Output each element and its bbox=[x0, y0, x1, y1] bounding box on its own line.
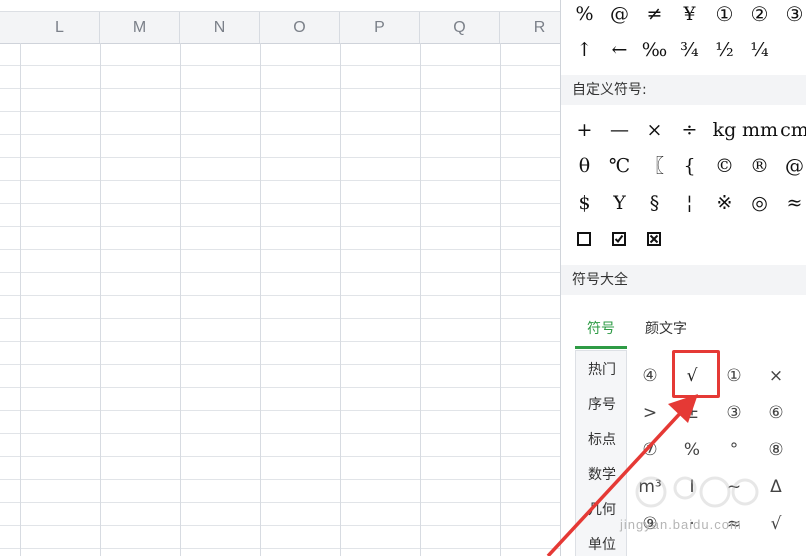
symbol-button[interactable]: % bbox=[567, 0, 602, 32]
symbol-button[interactable]: ≈ bbox=[777, 185, 806, 221]
symbol-cell[interactable]: √ bbox=[756, 506, 796, 542]
column-header-p[interactable]: P bbox=[340, 12, 420, 43]
symbol-cell[interactable]: Ⅰ bbox=[672, 469, 712, 505]
symbol-cell[interactable]: ④ bbox=[630, 358, 670, 394]
symbol-button[interactable]: { bbox=[672, 148, 707, 184]
checked-box-icon[interactable] bbox=[612, 232, 626, 246]
custom-symbols-row-1: + — × ÷ kg mm cm bbox=[561, 112, 806, 148]
symbol-button[interactable]: ≠ bbox=[637, 0, 672, 32]
custom-symbols-row-3: $ Y § ¦ ※ ◎ ≈ bbox=[561, 185, 806, 221]
symbol-button[interactable]: ® bbox=[742, 148, 777, 184]
symbol-button[interactable]: ¥ bbox=[672, 0, 707, 32]
column-header-q[interactable]: Q bbox=[420, 12, 500, 43]
symbol-button[interactable]: ① bbox=[707, 0, 742, 32]
symbol-collection-label: 符号大全 bbox=[561, 265, 806, 295]
symbol-cell[interactable]: ⑧ bbox=[756, 432, 796, 468]
recent-symbols-row-1: % @ ≠ ¥ ① ② ③ bbox=[561, 0, 806, 32]
column-header-o[interactable]: O bbox=[260, 12, 340, 43]
symbol-tabs: 符号 颜文字 bbox=[561, 312, 806, 349]
category-hot[interactable]: 热门 bbox=[576, 353, 628, 387]
symbol-button[interactable]: mm bbox=[742, 112, 778, 148]
symbol-button[interactable]: @ bbox=[777, 148, 806, 184]
column-header-m[interactable]: M bbox=[100, 12, 180, 43]
symbol-button[interactable]: × bbox=[637, 112, 672, 148]
recent-symbols-row-2: ↑ ← ‰ ¾ ½ ¼ bbox=[561, 32, 806, 68]
column-header-n[interactable]: N bbox=[180, 12, 260, 43]
symbol-button[interactable]: ※ bbox=[707, 185, 742, 221]
symbol-cell[interactable]: m³ bbox=[630, 469, 670, 505]
symbol-button[interactable]: kg bbox=[707, 112, 742, 148]
symbol-button[interactable]: θ bbox=[567, 148, 602, 184]
highlight-box bbox=[672, 350, 720, 398]
column-header-r[interactable]: R bbox=[500, 12, 560, 43]
category-math[interactable]: 数学 bbox=[576, 458, 628, 492]
crossed-box-icon[interactable] bbox=[647, 232, 661, 246]
symbol-button[interactable]: ↑ bbox=[567, 32, 602, 68]
symbol-cell[interactable]: ① bbox=[714, 358, 754, 394]
custom-symbols-label: 自定义符号: bbox=[561, 75, 806, 105]
symbol-button[interactable]: ÷ bbox=[672, 112, 707, 148]
symbol-cell[interactable]: ° bbox=[714, 432, 754, 468]
symbol-button[interactable]: © bbox=[707, 148, 742, 184]
symbol-button[interactable]: $ bbox=[567, 185, 602, 221]
symbol-cell[interactable]: × bbox=[756, 358, 796, 394]
symbol-button[interactable]: Y bbox=[602, 185, 637, 221]
symbol-button[interactable]: 〖 bbox=[637, 148, 672, 184]
symbol-cell[interactable]: ~ bbox=[714, 469, 754, 505]
watermark-text: jingyan.baidu.com bbox=[620, 517, 742, 532]
symbol-button[interactable]: — bbox=[602, 112, 637, 148]
column-header-l[interactable]: L bbox=[20, 12, 100, 43]
symbol-cell[interactable]: ⑥ bbox=[756, 395, 796, 431]
symbol-button[interactable]: ¼ bbox=[742, 32, 777, 68]
category-units[interactable]: 单位 bbox=[576, 528, 628, 556]
symbol-button[interactable]: + bbox=[567, 112, 602, 148]
symbol-button[interactable]: @ bbox=[602, 0, 637, 32]
category-ordinal[interactable]: 序号 bbox=[576, 388, 628, 422]
symbol-cell[interactable]: % bbox=[672, 432, 712, 468]
symbol-cell[interactable]: > bbox=[630, 395, 670, 431]
symbol-cell[interactable]: ③ bbox=[714, 395, 754, 431]
custom-symbols-row-2: θ ℃ 〖 { © ® @ bbox=[561, 148, 806, 184]
symbol-button[interactable]: ½ bbox=[707, 32, 742, 68]
symbol-cell[interactable]: ⑦ bbox=[630, 432, 670, 468]
symbol-button[interactable]: ◎ bbox=[742, 185, 777, 221]
symbol-button[interactable]: ② bbox=[742, 0, 777, 32]
formula-bar-edge bbox=[0, 0, 560, 11]
column-header-bar: L M N O P Q R bbox=[0, 11, 560, 44]
category-punctuation[interactable]: 标点 bbox=[576, 423, 628, 457]
custom-symbols-row-4 bbox=[561, 222, 806, 258]
symbol-cell[interactable]: ± bbox=[672, 395, 712, 431]
symbol-button[interactable]: ③ bbox=[777, 0, 806, 32]
symbol-button[interactable]: ← bbox=[602, 32, 637, 68]
symbol-button[interactable]: § bbox=[637, 185, 672, 221]
symbol-cell[interactable]: Δ bbox=[756, 469, 796, 505]
spreadsheet-area: L M N O P Q R bbox=[0, 0, 560, 556]
cell-grid[interactable] bbox=[0, 43, 560, 556]
symbol-button[interactable]: ℃ bbox=[602, 148, 637, 184]
symbol-button[interactable]: ¦ bbox=[672, 185, 707, 221]
tab-symbols[interactable]: 符号 bbox=[575, 312, 627, 349]
tab-kaomoji[interactable]: 颜文字 bbox=[645, 312, 687, 346]
symbol-button[interactable]: ‰ bbox=[637, 32, 672, 68]
empty-box-icon[interactable] bbox=[577, 232, 591, 246]
symbol-button[interactable]: cm bbox=[777, 112, 806, 148]
symbol-button[interactable]: ¾ bbox=[672, 32, 707, 68]
